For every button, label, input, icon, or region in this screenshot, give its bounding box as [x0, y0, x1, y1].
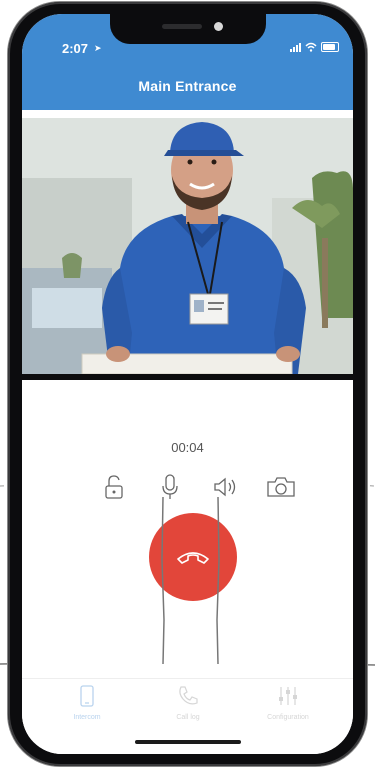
location-arrow-icon: ➤: [94, 43, 102, 53]
microphone-icon: [162, 474, 178, 499]
camera-button[interactable]: [264, 470, 298, 504]
tab-configuration-label: Configuration: [267, 714, 309, 721]
call-log-icon: [179, 686, 198, 705]
page-title: Main Entrance: [138, 78, 237, 94]
status-time: 2:07: [62, 41, 89, 56]
unlock-button[interactable]: [97, 470, 131, 504]
sliders-icon: [279, 687, 297, 705]
tab-configuration[interactable]: Configuration: [238, 685, 338, 721]
battery-icon: [321, 42, 339, 52]
signal-icon: [290, 42, 301, 52]
tab-call-log[interactable]: Call log: [138, 685, 238, 721]
speaker-button[interactable]: [209, 470, 243, 504]
earpiece-speaker: [162, 24, 202, 29]
tab-intercom-label: Intercom: [73, 714, 101, 721]
wifi-icon: [305, 42, 317, 52]
tab-bar: Intercom Call log Configuration: [22, 678, 353, 729]
camera-icon: [267, 477, 295, 497]
status-indicators: [290, 42, 339, 52]
device-notch: [110, 14, 266, 44]
visitor-image: [22, 118, 353, 374]
tab-call-log-label: Call log: [176, 714, 200, 721]
call-duration: 00:04: [171, 440, 204, 455]
hangup-phone-icon: [177, 552, 209, 564]
intercom-phone-icon: [80, 685, 94, 707]
app-screen: 2:07 ➤ Main Entrance 00:04 Intercom Call…: [22, 14, 353, 754]
microphone-button[interactable]: [153, 470, 187, 504]
video-feed: [22, 118, 353, 374]
phone-frame: 2:07 ➤ Main Entrance 00:04 Intercom Call…: [8, 2, 367, 766]
home-indicator: [135, 740, 241, 744]
hangup-button[interactable]: [149, 513, 237, 601]
front-camera: [214, 22, 223, 31]
tab-intercom[interactable]: Intercom: [37, 685, 137, 721]
unlock-icon: [105, 475, 123, 499]
speaker-icon: [214, 477, 236, 497]
